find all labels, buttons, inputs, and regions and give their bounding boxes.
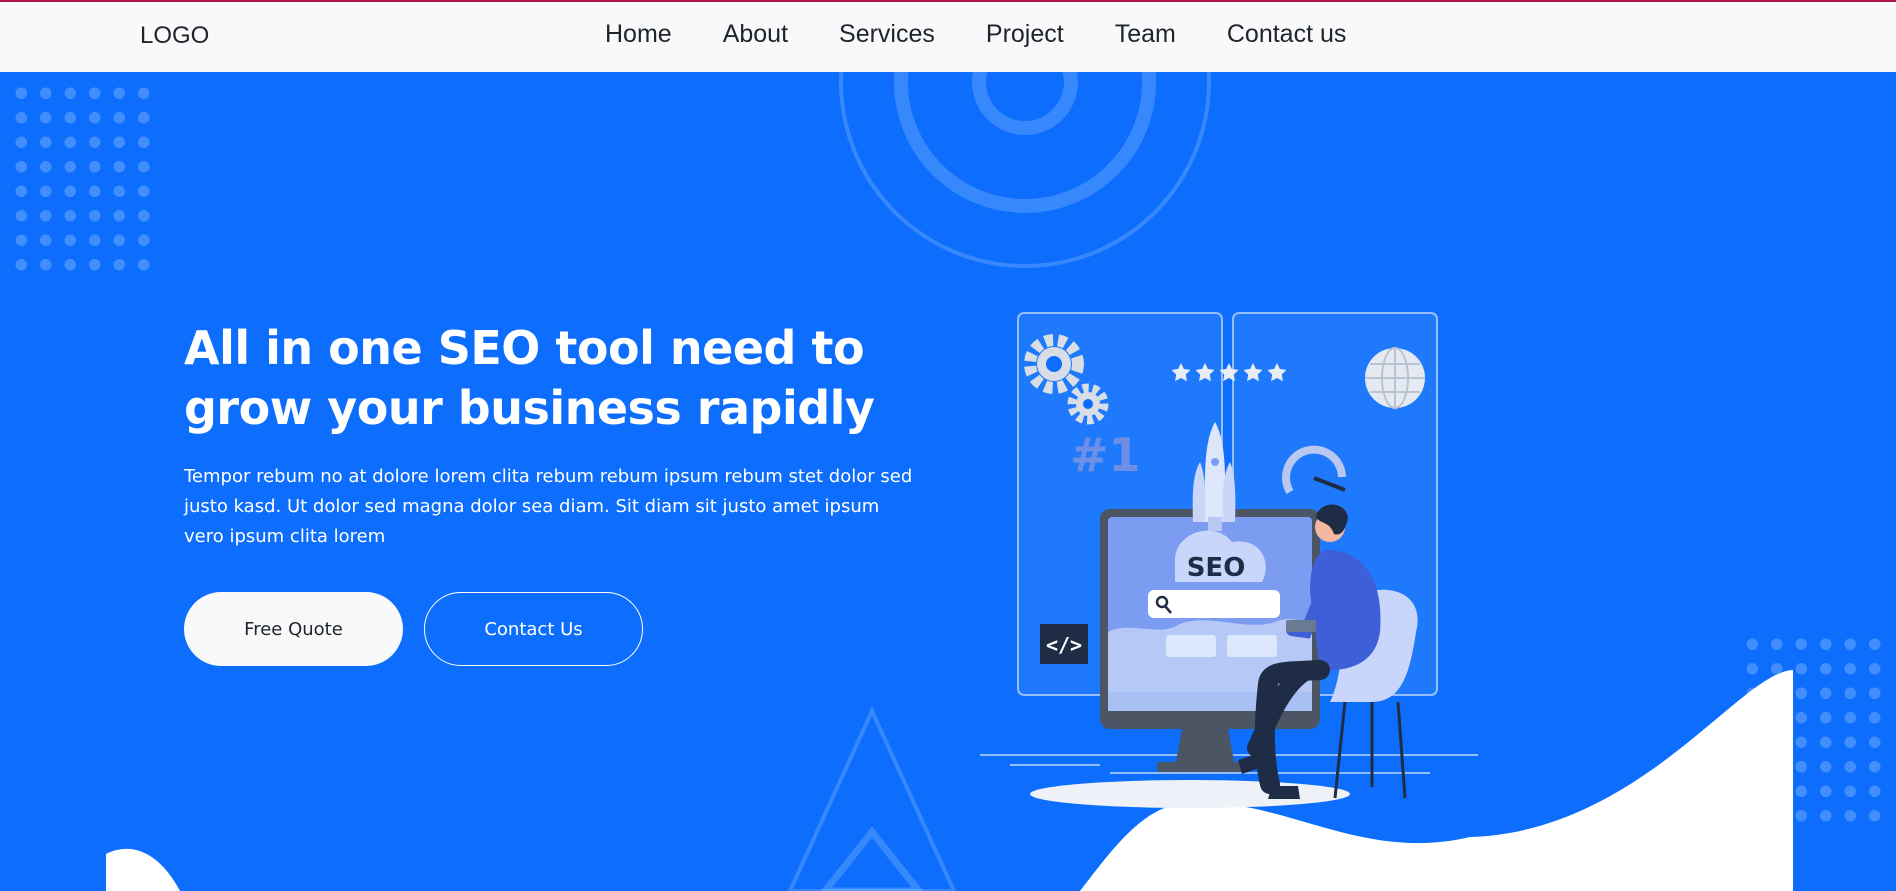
navbar: LOGO Home About Services Project Team Co… xyxy=(0,2,1896,72)
monitor-illustration: SEO xyxy=(1100,509,1320,772)
nav-services[interactable]: Services xyxy=(839,20,935,49)
seo-label: SEO xyxy=(1187,553,1246,583)
logo[interactable]: LOGO xyxy=(140,22,209,50)
nav-home[interactable]: Home xyxy=(605,20,672,49)
main-nav: Home About Services Project Team Contact… xyxy=(605,20,1346,49)
nav-project[interactable]: Project xyxy=(986,20,1064,49)
nav-team[interactable]: Team xyxy=(1115,20,1176,49)
nav-about[interactable]: About xyxy=(723,20,788,49)
rank-one-label: #1 xyxy=(1070,428,1141,482)
hero-section: All in one SEO tool need to grow your bu… xyxy=(0,72,1896,891)
nav-contact-us[interactable]: Contact us xyxy=(1227,20,1347,49)
code-icon: </> xyxy=(1040,624,1088,664)
seo-illustration: #1 SEO </> xyxy=(980,312,1478,808)
globe-icon xyxy=(1365,347,1425,409)
code-label: </> xyxy=(1046,633,1082,657)
floor-shadow xyxy=(1030,780,1350,808)
